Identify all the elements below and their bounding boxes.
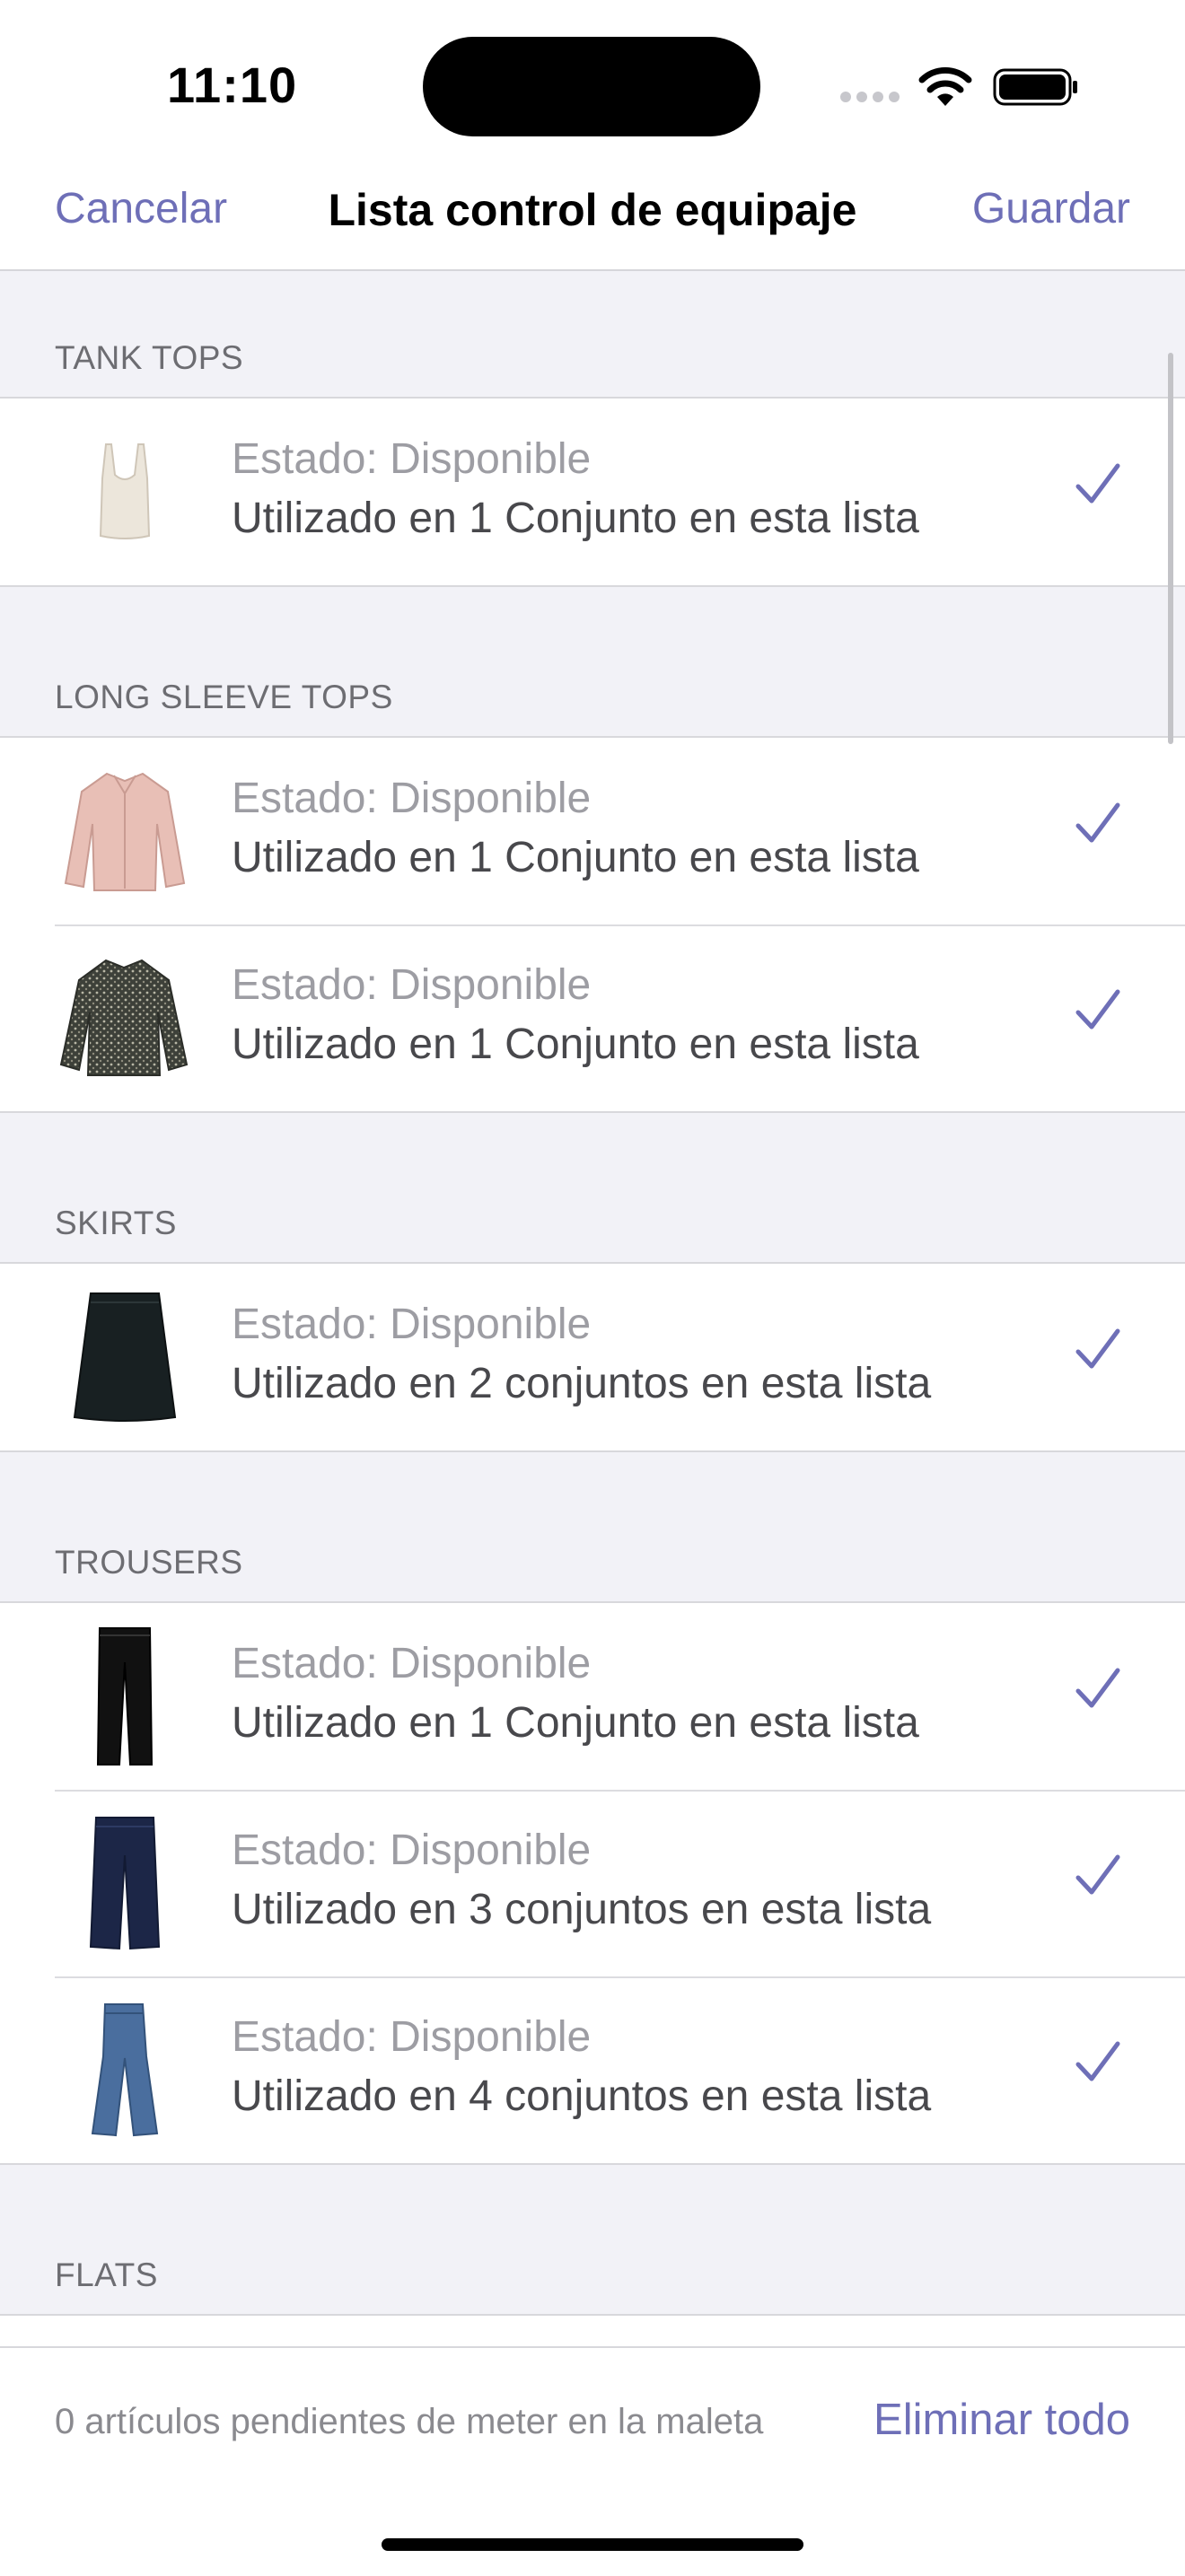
navigation-bar: Cancelar Lista control de equipaje Guard… (0, 157, 1185, 271)
item-usage: Utilizado en 2 conjuntos en esta lista (232, 1360, 932, 1407)
list-item[interactable]: Estado: Disponible Utilizado en 1 Conjun… (0, 399, 1185, 585)
pending-items-count: 0 artículos pendientes de meter en la ma… (55, 2402, 764, 2441)
section-header-tank-tops: TANK TOPS (55, 339, 244, 376)
item-usage: Utilizado en 1 Conjunto en esta lista (232, 1021, 919, 1068)
navy-trousers-icon (55, 1815, 194, 1951)
wifi-icon (918, 66, 972, 106)
section-group-long-sleeve-tops: Estado: Disponible Utilizado en 1 Conjun… (0, 736, 1185, 1113)
delete-all-button[interactable]: Eliminar todo (873, 2395, 1130, 2445)
list-item[interactable]: Estado: Disponible Utilizado en 4 conjun… (0, 1976, 1185, 2163)
packing-list[interactable]: TANK TOPS Estado: Disponible Utilizado e… (0, 271, 1185, 2346)
section-group-flats (0, 2314, 1185, 2346)
item-status: Estado: Disponible (232, 1301, 592, 1348)
status-time: 11:10 (167, 57, 298, 113)
item-status: Estado: Disponible (232, 1827, 592, 1874)
item-status: Estado: Disponible (232, 2013, 592, 2061)
list-item[interactable]: Estado: Disponible Utilizado en 3 conjun… (0, 1790, 1185, 1976)
checkmark-icon (1075, 463, 1120, 504)
list-item[interactable]: Estado: Disponible Utilizado en 2 conjun… (0, 1264, 1185, 1450)
list-item[interactable]: Estado: Disponible Utilizado en 1 Conjun… (0, 738, 1185, 924)
item-status: Estado: Disponible (232, 1640, 592, 1687)
dynamic-island (423, 37, 760, 136)
checkmark-icon (1075, 1328, 1120, 1369)
checkmark-icon (1075, 802, 1120, 843)
section-header-trousers: TROUSERS (55, 1544, 243, 1581)
section-header-flats: FLATS (55, 2256, 158, 2293)
battery-icon (993, 68, 1077, 106)
cellular-signal-icon (840, 92, 900, 102)
black-skirt-icon (55, 1289, 194, 1425)
section-group-trousers: Estado: Disponible Utilizado en 1 Conjun… (0, 1601, 1185, 2165)
checkmark-icon (1075, 1854, 1120, 1895)
black-trousers-icon (55, 1627, 194, 1766)
section-header-long-sleeve-tops: LONG SLEEVE TOPS (55, 679, 393, 715)
status-bar: 11:10 (0, 0, 1185, 157)
save-button[interactable]: Guardar (972, 184, 1130, 233)
item-usage: Utilizado en 4 conjuntos en esta lista (232, 2072, 932, 2120)
checkmark-icon (1075, 989, 1120, 1030)
patterned-blouse-icon (55, 950, 194, 1086)
section-group-tank-tops: Estado: Disponible Utilizado en 1 Conjun… (0, 397, 1185, 587)
checkmark-icon (1075, 1668, 1120, 1708)
tank-top-icon (55, 424, 194, 560)
pink-shirt-icon (55, 763, 194, 899)
list-item[interactable]: Estado: Disponible Utilizado en 1 Conjun… (0, 924, 1185, 1111)
checkmark-icon (1075, 2041, 1120, 2081)
item-usage: Utilizado en 1 Conjunto en esta lista (232, 834, 919, 881)
item-status: Estado: Disponible (232, 961, 592, 1009)
section-header-skirts: SKIRTS (55, 1205, 177, 1241)
item-status: Estado: Disponible (232, 775, 592, 822)
jeans-icon (55, 2002, 194, 2138)
item-usage: Utilizado en 1 Conjunto en esta lista (232, 1699, 919, 1747)
list-item[interactable]: Estado: Disponible Utilizado en 1 Conjun… (0, 1603, 1185, 1790)
home-indicator[interactable] (382, 2538, 803, 2551)
bottom-toolbar: 0 artículos pendientes de meter en la ma… (0, 2346, 1185, 2576)
item-usage: Utilizado en 1 Conjunto en esta lista (232, 495, 919, 542)
item-status: Estado: Disponible (232, 435, 592, 483)
item-usage: Utilizado en 3 conjuntos en esta lista (232, 1886, 932, 1933)
scroll-indicator[interactable] (1168, 353, 1173, 744)
section-group-skirts: Estado: Disponible Utilizado en 2 conjun… (0, 1262, 1185, 1452)
